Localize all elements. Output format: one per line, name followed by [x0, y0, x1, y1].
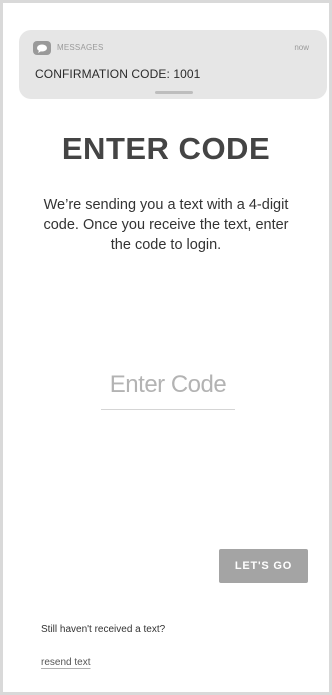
help-text: Still haven't received a text? — [41, 624, 166, 635]
notification-handle[interactable] — [155, 91, 193, 94]
lets-go-button[interactable]: LET'S GO — [219, 549, 308, 583]
notification-body: CONFIRMATION CODE: 1001 — [35, 67, 201, 81]
instructions-text: We’re sending you a text with a 4-digit … — [43, 197, 289, 253]
code-input[interactable] — [101, 360, 235, 410]
messages-icon — [33, 41, 51, 55]
notification-time: now — [294, 43, 309, 52]
message-notification[interactable]: MESSAGES now CONFIRMATION CODE: 1001 — [19, 30, 327, 99]
page-title: ENTER CODE — [61, 131, 271, 166]
login-screen: MESSAGES now CONFIRMATION CODE: 1001 ENT… — [0, 0, 332, 695]
resend-text-link[interactable]: resend text — [41, 657, 90, 668]
notification-app-name: MESSAGES — [57, 43, 104, 52]
